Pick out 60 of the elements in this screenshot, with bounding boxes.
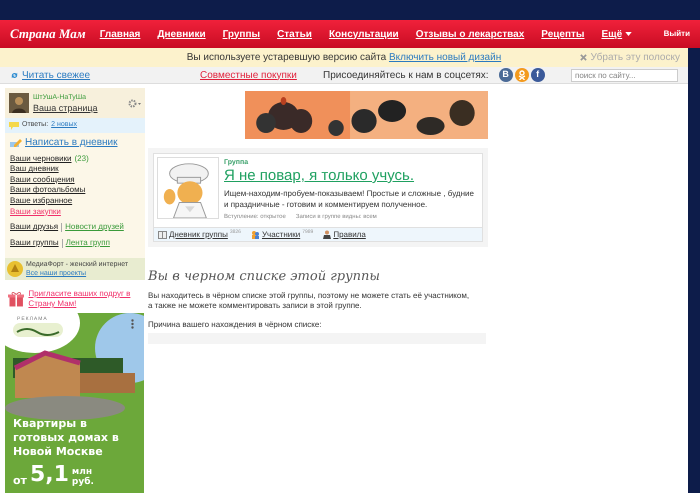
menu-count: (23)	[74, 154, 89, 164]
person-icon	[518, 70, 526, 80]
ad-price-unit: руб.	[72, 477, 94, 487]
ad-price-unit: млн	[72, 467, 92, 477]
social-button[interactable]: В	[498, 68, 513, 82]
ad-headline: Квартиры в готовых домах в Новой Москве	[13, 417, 120, 459]
joint-purchases-link[interactable]: Совместные покупки	[200, 68, 323, 82]
menu-link[interactable]: Новости друзей	[65, 222, 124, 233]
social-button[interactable]: f	[530, 68, 545, 82]
write-diary-link[interactable]: Написать в дневник	[10, 138, 140, 149]
group-title[interactable]: Я не повар, я только учусь.	[224, 167, 474, 185]
book-icon	[158, 230, 167, 238]
logo-icon	[13, 323, 63, 337]
ad-price-from: от	[13, 474, 27, 487]
my-page-link[interactable]: Ваша страница	[33, 103, 98, 114]
blacklist-heading: Вы в черном списке этой группы	[148, 269, 381, 285]
reason-label: Причина вашего нахождения в чёрном списке:	[148, 320, 323, 330]
nav-link[interactable]: Ещё	[601, 26, 632, 42]
menu-link[interactable]: Ваши черновики	[10, 154, 72, 164]
nav-link[interactable]: Группы	[222, 26, 260, 42]
menu-link[interactable]: Ваши закупки	[10, 206, 61, 218]
logout-link[interactable]: Выйти	[664, 28, 690, 40]
group-tab[interactable]: Правила	[323, 228, 366, 240]
read-fresh-link[interactable]: Читать свежее	[10, 68, 200, 82]
invite-link[interactable]: Пригласите ваших подруг в Страну Мам!	[28, 289, 142, 309]
more-icon[interactable]	[131, 319, 134, 329]
pencil-icon	[10, 138, 22, 148]
gift-icon	[8, 289, 24, 309]
nav-link[interactable]: Консультации	[328, 26, 399, 42]
search-field[interactable]: поиск по сайту...	[571, 68, 678, 82]
emblem-icon	[7, 261, 23, 277]
social-button[interactable]	[514, 68, 529, 82]
menu-link[interactable]: Ваши сообщения	[10, 174, 75, 186]
menu-link[interactable]: Ваш дневник	[10, 164, 59, 175]
nav-link[interactable]: Отзывы о лекарствах	[416, 26, 524, 42]
new-design-link[interactable]: Включить новый дизайн	[388, 52, 502, 63]
blacklist-text: Вы находитесь в чёрном списке этой группы, поэтому не можете стать её участником, а также не можете комментировать записи в этой группе.	[148, 291, 470, 311]
group-tab[interactable]: Дневник группы $^{3826}$	[158, 228, 241, 240]
group-tab[interactable]: Участники $^{7989}$	[250, 228, 314, 240]
site-logo[interactable]: Страна Мам	[10, 24, 86, 44]
nav-link[interactable]: Рецепты	[541, 26, 584, 42]
caret-icon	[625, 32, 632, 36]
nav-link[interactable]: Дневники	[157, 26, 206, 42]
notice-text: Вы используете устаревшую версию сайта Включить новый дизайн	[186, 51, 502, 65]
group-description: Ищем-находим-пробуем-показываем! Простые и сложные , будние и праздничные - готовим и комментируем полученное.	[224, 188, 474, 210]
social-label: Присоединяйтесь к нам в соцсетях:	[323, 68, 489, 82]
settings-icon[interactable]	[128, 98, 141, 108]
speech-bubble-icon	[9, 121, 19, 130]
nav-link[interactable]: Главная	[100, 26, 140, 42]
refresh-icon	[10, 70, 19, 80]
close-icon	[580, 54, 587, 61]
people-icon	[250, 230, 260, 239]
menu-link[interactable]: Ваши фотоальбомы	[10, 185, 86, 196]
menu-link[interactable]: Ваше избранное	[10, 196, 72, 207]
ad-price: 5,1	[30, 463, 69, 487]
avatar	[9, 93, 29, 113]
menu-link[interactable]: Лента групп	[66, 238, 110, 248]
nav-link[interactable]: Статьи	[277, 26, 312, 42]
menu-link[interactable]: Ваши друзья	[10, 222, 58, 233]
menu-link[interactable]: Ваши группы	[10, 238, 59, 248]
